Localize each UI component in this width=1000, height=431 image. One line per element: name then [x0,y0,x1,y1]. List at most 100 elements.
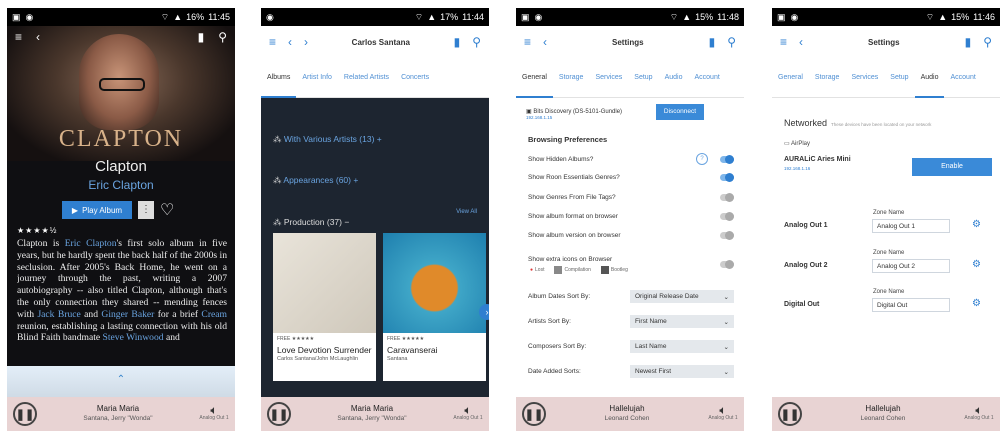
menu-icon[interactable]: ≡ [269,35,276,49]
back-icon[interactable]: ‹ [36,30,40,44]
help-icon[interactable]: ? [696,153,708,165]
now-playing-bar[interactable]: ❚❚ Maria Maria Santana, Jerry "Wonda" 🔈︎ A… [7,397,235,431]
tab-setup[interactable]: Setup [628,58,658,98]
expand-chevron-up-icon[interactable]: ⌃ [7,366,235,397]
toggle-switch[interactable] [720,193,734,202]
album-card[interactable]: FREE ★★★★★ Caravanserai Santana [383,233,486,381]
output-name: Digital Out [784,301,820,308]
settings-gear-icon[interactable]: ⚙ [972,219,981,230]
tab-storage[interactable]: Storage [809,58,846,98]
toggle-switch[interactable] [720,173,734,182]
tab-albums[interactable]: Albums [261,58,297,98]
tab-storage[interactable]: Storage [553,58,590,98]
search-icon[interactable]: ⚲ [472,35,481,49]
speaker-icon: 🔈︎ [975,403,983,417]
bookmark-icon[interactable]: ▮ [965,35,972,49]
search-icon[interactable]: ⚲ [983,35,992,49]
zone-button[interactable]: 🔈︎ Analog Out 1 [199,404,229,422]
tab-general[interactable]: General [772,58,809,98]
next-page-icon[interactable]: › [479,304,489,320]
setting-row: Show Hidden Albums?? [528,153,734,165]
tab-account[interactable]: Account [688,58,725,98]
group-icon: ⁂ [273,134,282,144]
chip-label: Bootleg [610,267,628,273]
section-various-artists[interactable]: ⁂ With Various Artists (13) + [273,134,382,145]
toggle-switch[interactable] [720,212,734,221]
sync-icon: ◉ [790,11,799,22]
setting-row: Album Dates Sort By: Original Release Dat… [528,290,734,303]
toggle-switch[interactable] [720,231,734,240]
review-link-steve-winwood[interactable]: Steve Winwood [103,332,164,343]
favorite-heart-icon[interactable]: ♡ [160,200,174,220]
phone-settings-general: ▣ ◉ ⌔ ▲ 15% 11:48 ≡ ‹ Settings ▮ ⚲ General S… [516,8,744,431]
tab-services[interactable]: Services [589,58,628,98]
menu-icon[interactable]: ≡ [524,35,531,49]
artist-link[interactable]: Eric Clapton [7,178,235,192]
bookmark-icon[interactable]: ▮ [709,35,716,49]
pause-button[interactable]: ❚❚ [522,402,546,426]
album-dates-select[interactable]: Original Release Date ⌄ [630,290,734,303]
phone-album-screen: ▣ ◉ ⌔ ▲ 16% 11:45 CLAPTON ≡ ‹ ▮ ⚲ Clapton Eric… [7,8,235,431]
tab-related-artists[interactable]: Related Artists [338,58,395,98]
review-link-cream[interactable]: Cream [201,309,227,320]
tab-account[interactable]: Account [944,58,981,98]
more-options-button[interactable]: ⋮ [138,201,154,219]
settings-gear-icon[interactable]: ⚙ [972,298,981,309]
zone-name-input[interactable]: Analog Out 2 [872,259,950,273]
album-meta: FREE ★★★★★ [387,336,425,342]
disconnect-button[interactable]: Disconnect [656,104,704,120]
clock: 11:45 [208,12,230,22]
setting-label: Show album format on browser [528,213,618,220]
page-title: Settings [868,37,900,47]
bookmark-icon[interactable]: ▮ [198,30,205,44]
review-link-jack-bruce[interactable]: Jack Bruce [37,309,80,320]
enable-button[interactable]: Enable [912,158,992,176]
section-production[interactable]: ⁂ Production (37) − [273,217,349,228]
tab-artist-info[interactable]: Artist Info [296,58,338,98]
tab-services[interactable]: Services [845,58,884,98]
zone-name-input[interactable]: Analog Out 1 [872,219,950,233]
speaker-icon: 🔈︎ [464,403,472,417]
tab-setup[interactable]: Setup [884,58,914,98]
device-name: AURALiC Aries Mini [784,156,851,163]
composers-sort-select[interactable]: Last Name ⌄ [630,340,734,353]
pause-button[interactable]: ❚❚ [778,402,802,426]
tab-audio[interactable]: Audio [914,58,945,98]
play-album-button[interactable]: ▶ Play Album [62,201,132,219]
setting-label: Composers Sort By: [528,343,587,350]
battery-level: 17% [440,12,459,22]
now-playing-bar[interactable]: ❚❚ Maria Maria Santana, Jerry "Wonda" 🔈︎ A… [261,397,489,431]
artists-sort-select[interactable]: First Name ⌄ [630,315,734,328]
menu-icon[interactable]: ≡ [15,30,22,44]
setting-label: Show Hidden Albums? [528,155,594,163]
tab-general[interactable]: General [516,58,553,98]
settings-gear-icon[interactable]: ⚙ [972,259,981,270]
zone-button[interactable]: 🔈︎ Analog Out 1 [453,403,483,422]
airplay-icon: ▭ [784,141,790,147]
tab-audio[interactable]: Audio [659,58,689,98]
album-card[interactable]: FREE ★★★★★ Love Devotion Surrender Carlo… [273,233,376,381]
toggle-switch[interactable] [720,154,734,164]
toggle-switch[interactable] [720,260,734,269]
back-icon[interactable]: ‹ [288,35,292,49]
zone-button[interactable]: 🔈︎ Analog Out 1 [964,403,994,422]
zone-button[interactable]: 🔈︎ Analog Out 1 [708,404,738,422]
review-link-eric-clapton[interactable]: Eric Clapton [65,238,117,249]
section-appearances[interactable]: ⁂ Appearances (60) + [273,175,358,186]
header-bar: ≡ ‹ Settings ▮ ⚲ [772,26,1000,58]
pause-button[interactable]: ❚❚ [13,402,37,426]
zone-name-input[interactable]: Digital Out [872,298,950,312]
status-bar: ▣ ◉ ⌔ ▲ 15% 11:46 [772,8,1000,26]
date-added-select[interactable]: Newest First ⌄ [630,365,734,378]
bookmark-icon[interactable]: ▮ [454,35,461,49]
review-link-ginger-baker[interactable]: Ginger Baker [101,309,154,320]
now-playing-bar[interactable]: ❚❚ Hallelujah Leonard Cohen 🔈︎ Analog Out … [772,397,1000,431]
search-icon[interactable]: ⚲ [727,35,736,49]
now-playing-bar[interactable]: ❚❚ Hallelujah Leonard Cohen 🔈︎ Analog Out … [516,397,744,431]
search-icon[interactable]: ⚲ [218,30,227,44]
view-all-link[interactable]: View All [456,209,477,215]
review-text: and [163,332,180,344]
tab-concerts[interactable]: Concerts [395,58,435,98]
pause-button[interactable]: ❚❚ [267,402,291,426]
menu-icon[interactable]: ≡ [780,35,787,49]
